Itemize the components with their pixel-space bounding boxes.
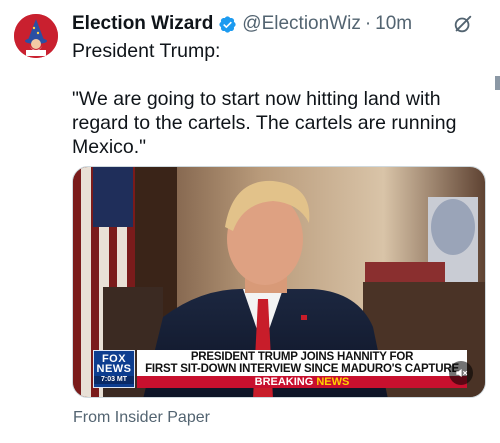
scrollbar-thumb[interactable]	[495, 76, 500, 90]
post-text-intro: President Trump:	[72, 40, 221, 62]
separator-dot: ·	[364, 13, 372, 34]
breaking-label: BREAKING	[254, 376, 314, 388]
mute-icon	[456, 368, 468, 378]
grok-icon[interactable]	[452, 13, 474, 35]
breaking-news-label: NEWS	[316, 376, 350, 388]
post-time[interactable]: 10m	[375, 13, 412, 35]
verified-badge-icon[interactable]	[218, 15, 237, 34]
mute-button[interactable]	[449, 361, 473, 385]
news-chyron: FOX NEWS 7:03 MT PRESIDENT TRUMP JOINS H…	[93, 350, 485, 388]
chyron-headline: PRESIDENT TRUMP JOINS HANNITY FOR FIRST …	[137, 350, 467, 376]
post-header: Election Wizard @ElectionWiz · 10m	[72, 11, 492, 37]
author-name[interactable]: Election Wizard	[72, 13, 213, 35]
fox-logo-line-2: NEWS	[96, 363, 132, 375]
broadcast-time: 7:03 MT	[94, 376, 134, 384]
chyron-headline-line-1: PRESIDENT TRUMP JOINS HANNITY FOR	[190, 351, 414, 363]
post-text: President Trump: "We are going to start …	[72, 39, 482, 159]
fox-news-logo: FOX NEWS 7:03 MT	[93, 350, 135, 388]
media-source-link[interactable]: From Insider Paper	[73, 409, 210, 427]
video-player[interactable]: FOX NEWS 7:03 MT PRESIDENT TRUMP JOINS H…	[72, 166, 486, 398]
avatar[interactable]	[14, 14, 58, 58]
wizard-avatar-image	[14, 14, 58, 58]
post-text-quote: "We are going to start now hitting land …	[72, 88, 457, 158]
author-handle[interactable]: @ElectionWiz	[242, 13, 361, 35]
chyron-headline-line-2: FIRST SIT-DOWN INTERVIEW SINCE MADURO'S …	[145, 363, 459, 375]
breaking-news-bar: BREAKING NEWS	[137, 376, 467, 388]
